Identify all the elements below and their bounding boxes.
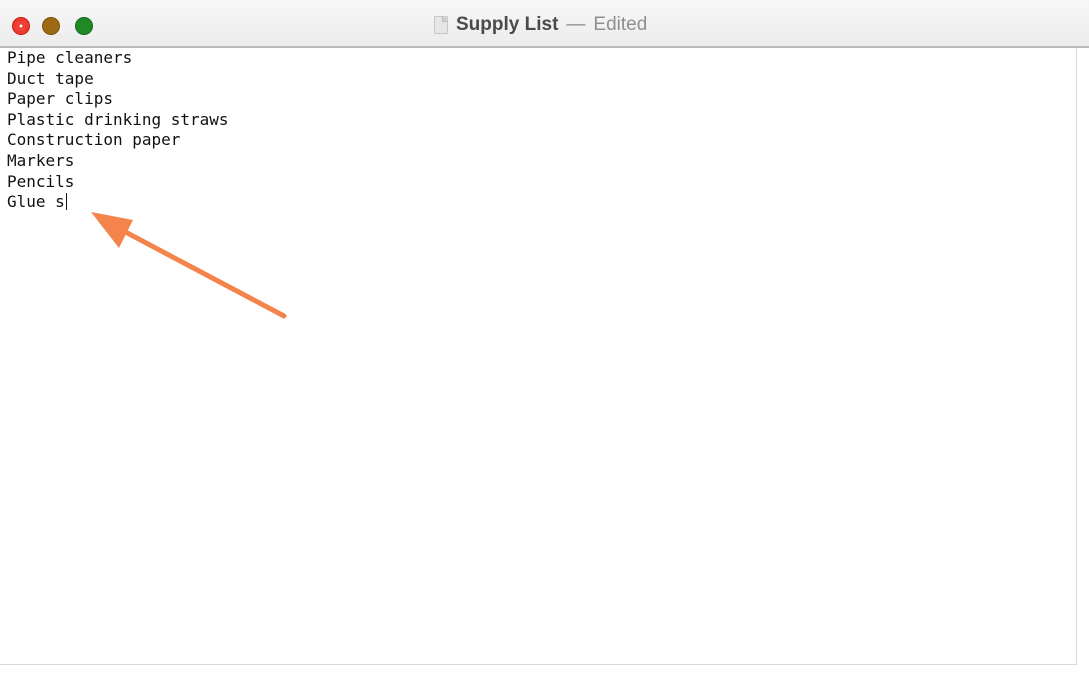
document-line-current[interactable]: Glue s	[7, 192, 229, 213]
window-title-group[interactable]: Supply List — Edited	[434, 13, 647, 37]
document-line[interactable]: Construction paper	[7, 130, 229, 151]
edited-status: Edited	[593, 14, 648, 35]
document-line[interactable]: Pipe cleaners	[7, 48, 229, 69]
document-text[interactable]: Pipe cleaners Duct tape Paper clips Plas…	[7, 48, 229, 213]
document-line[interactable]: Markers	[7, 151, 229, 172]
document-icon[interactable]	[434, 16, 448, 34]
document-line[interactable]: Pencils	[7, 172, 229, 193]
zoom-button[interactable]	[75, 17, 93, 35]
title-bar[interactable]: Supply List — Edited	[0, 0, 1089, 48]
document-line[interactable]: Plastic drinking straws	[7, 110, 229, 131]
text-caret	[65, 193, 67, 211]
text-editor[interactable]: Pipe cleaners Duct tape Paper clips Plas…	[0, 48, 1077, 665]
textedit-window: Supply List — Edited Pipe cleaners Duct …	[0, 0, 1089, 675]
document-line[interactable]: Paper clips	[7, 89, 229, 110]
current-line-text[interactable]: Glue s	[7, 192, 65, 211]
minimize-button[interactable]	[42, 17, 60, 35]
title-separator: —	[566, 14, 586, 35]
close-button[interactable]	[12, 17, 30, 35]
document-line[interactable]: Duct tape	[7, 69, 229, 90]
window-title[interactable]: Supply List	[456, 14, 558, 36]
